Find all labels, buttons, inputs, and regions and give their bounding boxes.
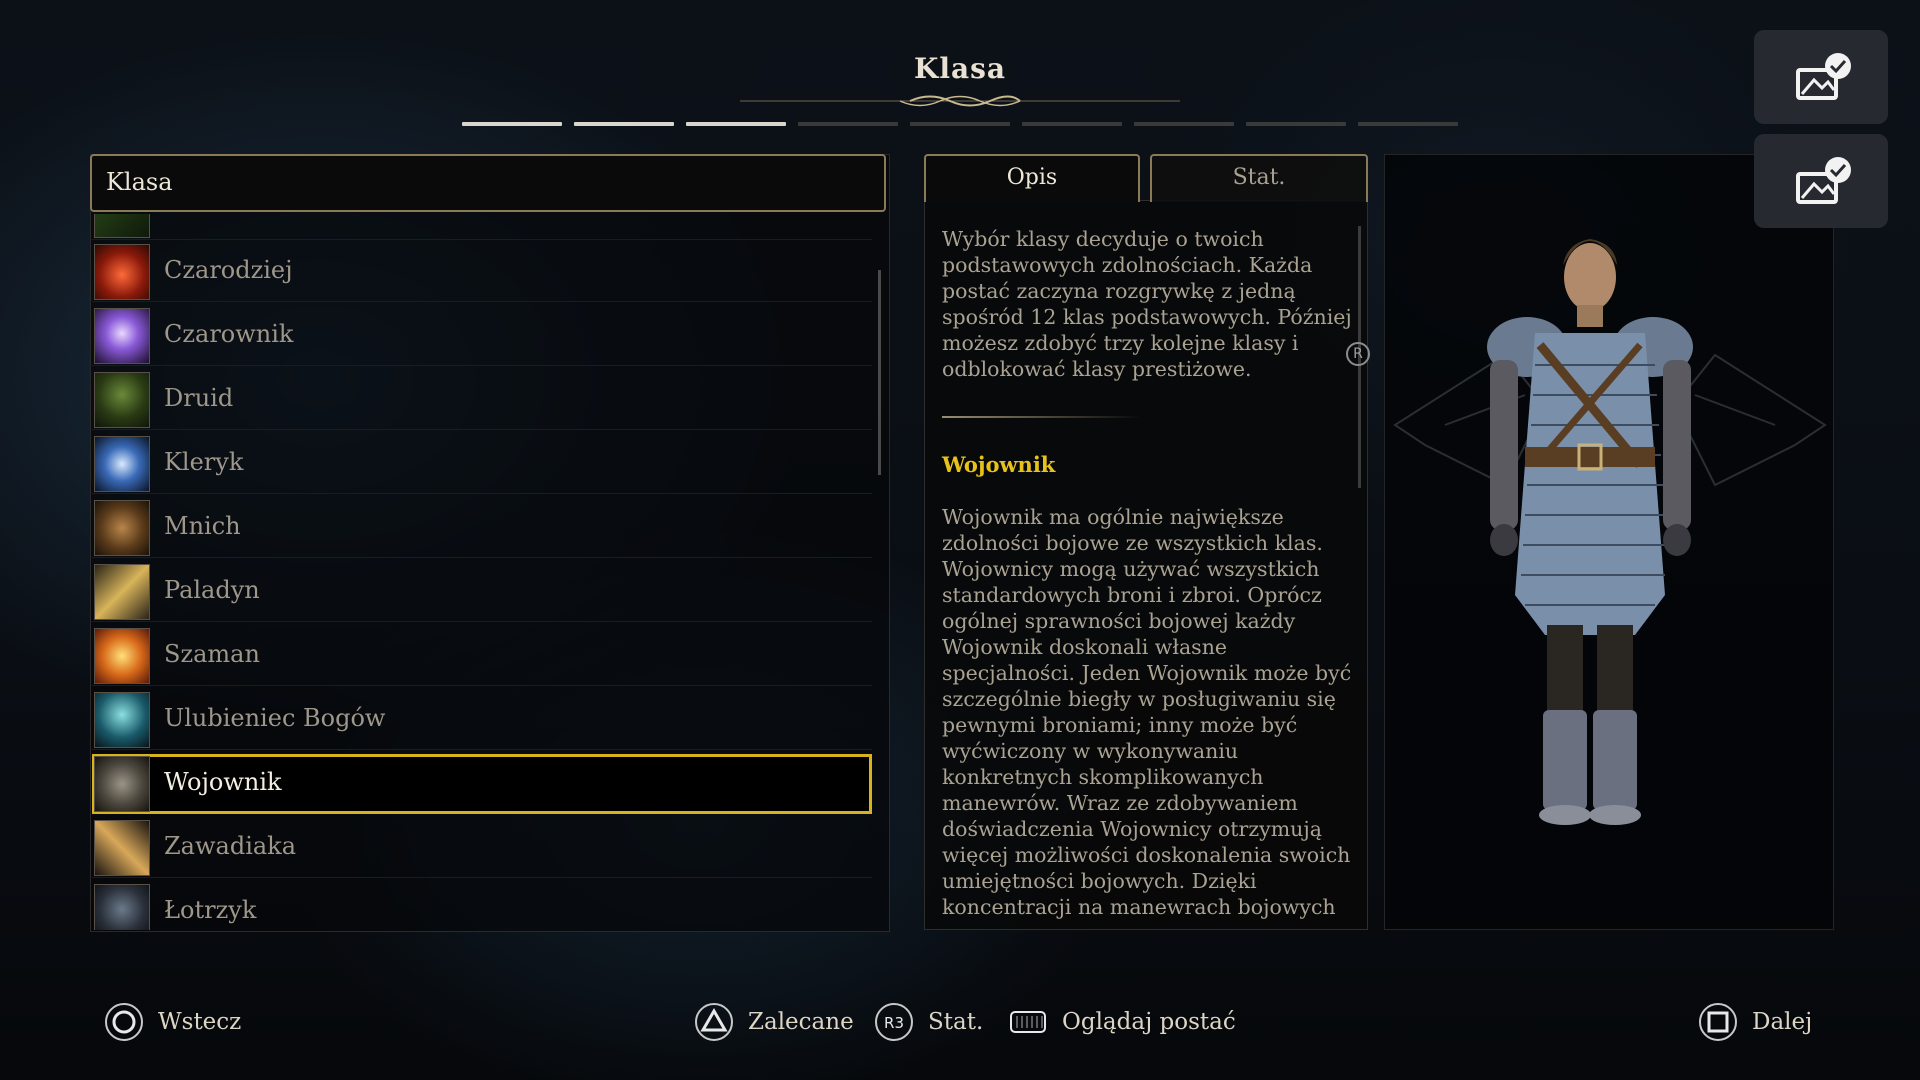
system-button-1[interactable] xyxy=(1754,30,1888,124)
character-model xyxy=(1393,239,1827,825)
class-item-mnich[interactable]: Mnich xyxy=(92,498,872,558)
stats-button[interactable]: R3 Stat. xyxy=(874,1000,983,1044)
tab-stats[interactable]: Stat. xyxy=(1150,154,1368,202)
class-list-scrollbar[interactable] xyxy=(878,270,881,475)
class-item-szaman[interactable]: Szaman xyxy=(92,626,872,686)
class-item-czarownik[interactable]: Czarownik xyxy=(92,306,872,366)
hooded-rogue-icon xyxy=(94,884,150,930)
class-item-zawadiaka[interactable]: Zawadiaka xyxy=(92,818,872,878)
touchpad-icon xyxy=(1010,1011,1046,1033)
class-item-label: Czarodziej xyxy=(164,256,293,284)
step-segment xyxy=(798,122,898,126)
class-choice-intro: Wybór klasy decyduje o twoich podstawowy… xyxy=(942,227,1352,381)
circle-button-icon xyxy=(105,1003,143,1041)
selected-class-description: Wojownik ma ogólnie największe zdolności… xyxy=(942,505,1352,919)
svg-text:R3: R3 xyxy=(884,1014,904,1032)
class-item-label: Czarownik xyxy=(164,320,294,348)
partial-class-icon xyxy=(94,214,150,238)
step-segment xyxy=(574,122,674,126)
step-segment xyxy=(1022,122,1122,126)
class-item-label: Druid xyxy=(164,384,234,412)
character-preview[interactable] xyxy=(1384,154,1834,930)
class-item-partial[interactable] xyxy=(92,214,872,240)
view-character-button[interactable]: Oglądaj postać xyxy=(1008,1000,1236,1044)
image-check-icon xyxy=(1796,53,1851,100)
class-item-label: Zawadiaka xyxy=(164,832,297,860)
class-list-header: Klasa xyxy=(90,154,886,212)
page-title: Klasa xyxy=(913,52,1007,85)
system-button-2[interactable] xyxy=(1754,134,1888,228)
arcane-crystal-icon xyxy=(94,308,150,364)
holy-light-icon xyxy=(94,436,150,492)
back-label: Wstecz xyxy=(158,1009,242,1035)
class-item-czarodziej[interactable]: Czarodziej xyxy=(92,242,872,302)
divine-figure-icon xyxy=(94,692,150,748)
step-segment xyxy=(1246,122,1346,126)
selected-class-name: Wojownik xyxy=(942,452,1056,477)
holy-sword-icon xyxy=(94,564,150,620)
class-item-label: Wojownik xyxy=(164,768,282,796)
class-item-label: Łotrzyk xyxy=(164,896,257,924)
recommended-label: Zalecane xyxy=(748,1009,854,1035)
tab-description[interactable]: Opis xyxy=(924,154,1140,202)
step-segment xyxy=(686,122,786,126)
class-item-label: Ulubieniec Bogów xyxy=(164,704,386,732)
class-item-label: Mnich xyxy=(164,512,241,540)
right-stick-scroll-icon: R xyxy=(1346,342,1370,366)
r3-button-icon: R3 xyxy=(875,1003,913,1041)
class-item-label: Kleryk xyxy=(164,448,244,476)
class-item-wojownik[interactable]: Wojownik xyxy=(92,754,872,814)
class-item-label: Szaman xyxy=(164,640,260,668)
class-list[interactable]: Czarodziej Czarownik Druid Kleryk Mnich … xyxy=(90,214,888,930)
class-item-paladyn[interactable]: Paladyn xyxy=(92,562,872,622)
square-button-icon xyxy=(1699,1003,1737,1041)
class-item-lotrzyk[interactable]: Łotrzyk xyxy=(92,882,872,930)
next-button[interactable]: Dalej xyxy=(1698,1000,1812,1044)
rapier-icon xyxy=(94,820,150,876)
next-label: Dalej xyxy=(1752,1009,1813,1035)
fire-spellbook-icon xyxy=(94,244,150,300)
step-progress xyxy=(462,122,1458,126)
class-list-header-label: Klasa xyxy=(106,168,173,196)
class-item-ulubieniec-bogow[interactable]: Ulubieniec Bogów xyxy=(92,690,872,750)
title-ornament xyxy=(740,95,1180,107)
fist-icon xyxy=(94,500,150,556)
view-character-label: Oglądaj postać xyxy=(1062,1009,1236,1035)
class-item-kleryk[interactable]: Kleryk xyxy=(92,434,872,494)
triangle-button-icon xyxy=(695,1003,733,1041)
stats-label: Stat. xyxy=(928,1009,984,1035)
step-segment xyxy=(1134,122,1234,126)
class-item-druid[interactable]: Druid xyxy=(92,370,872,430)
recommended-button[interactable]: Zalecane xyxy=(694,1000,854,1044)
back-button[interactable]: Wstecz xyxy=(104,1000,241,1044)
step-segment xyxy=(910,122,1010,126)
spiral-spirit-icon xyxy=(94,628,150,684)
tree-icon xyxy=(94,372,150,428)
step-segment xyxy=(462,122,562,126)
step-segment xyxy=(1358,122,1458,126)
class-item-label: Paladyn xyxy=(164,576,260,604)
description-divider xyxy=(942,416,1142,418)
image-check-icon xyxy=(1796,157,1851,204)
crossed-weapons-shield-icon xyxy=(94,756,150,812)
